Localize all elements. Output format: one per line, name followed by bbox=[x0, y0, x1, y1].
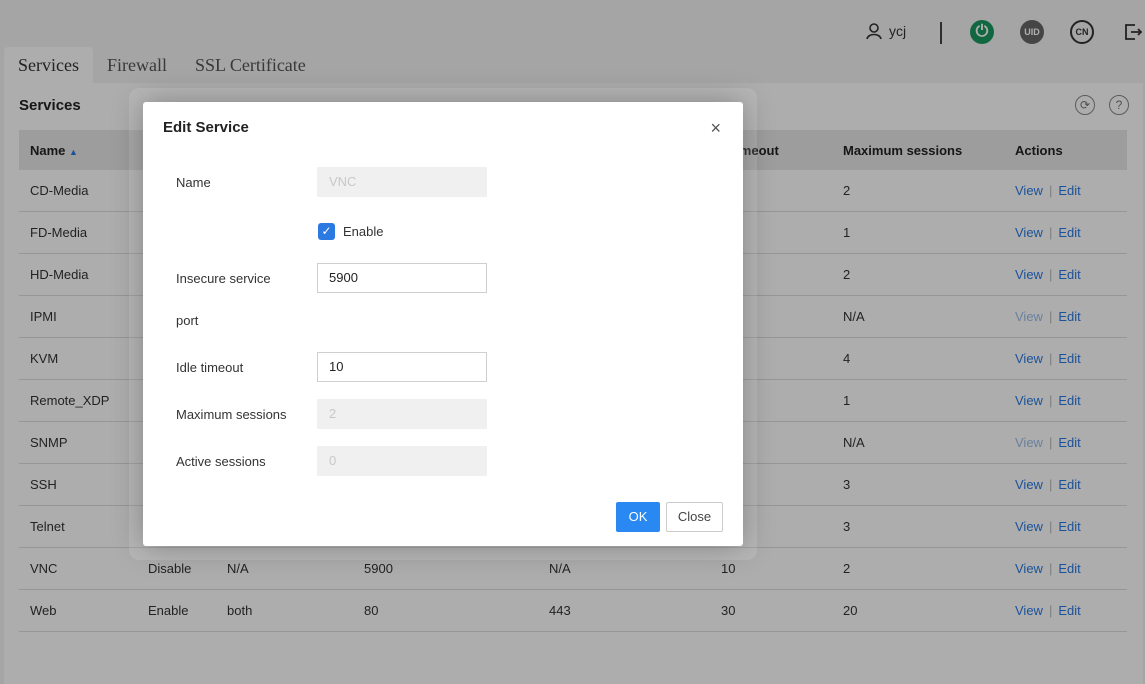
idle-timeout-input[interactable]: 10 bbox=[317, 352, 487, 382]
max-sessions-label: Maximum sessions bbox=[176, 407, 287, 422]
close-icon[interactable]: × bbox=[710, 118, 721, 139]
ok-button[interactable]: OK bbox=[616, 502, 660, 532]
active-sessions-field: 0 bbox=[317, 446, 487, 476]
idle-timeout-label: Idle timeout bbox=[176, 360, 244, 375]
insecure-port-label-2: port bbox=[176, 313, 199, 328]
dialog-title: Edit Service bbox=[163, 119, 249, 136]
enable-checkbox[interactable]: ✓ bbox=[318, 223, 335, 240]
name-label: Name bbox=[176, 175, 211, 190]
insecure-port-label: Insecure service bbox=[176, 271, 271, 286]
name-field: VNC bbox=[317, 167, 487, 197]
active-sessions-label: Active sessions bbox=[176, 454, 266, 469]
enable-label: Enable bbox=[343, 224, 384, 239]
edit-service-dialog: Edit Service × Name VNC ✓ Enable Insecur… bbox=[143, 102, 743, 546]
insecure-port-input[interactable]: 5900 bbox=[317, 263, 487, 293]
close-button[interactable]: Close bbox=[666, 502, 723, 532]
max-sessions-field: 2 bbox=[317, 399, 487, 429]
